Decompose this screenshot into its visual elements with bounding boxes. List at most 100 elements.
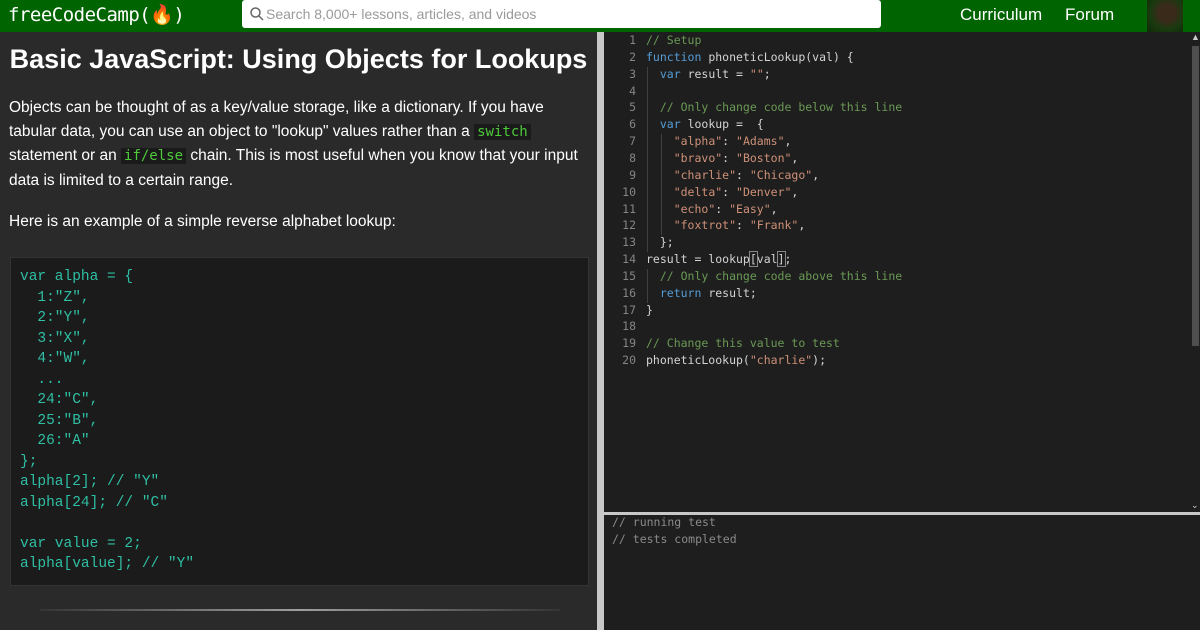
inline-code-switch: switch [474,123,531,140]
indent-guide [661,134,662,236]
code-token: lookup = { [680,117,764,132]
search-bar[interactable] [242,0,881,28]
line-number: 2 [629,49,636,64]
code-token: "echo" [673,201,716,216]
code-token: "foxtrot" [673,218,737,233]
example-intro: Here is an example of a simple reverse a… [9,213,396,230]
pane-resizer[interactable] [597,32,604,630]
code-editor[interactable]: 1 2 3 4 5 6 7 8 9 10 11 12 13 14 15 16 17 18 19 20 // Setup… [604,32,1190,512]
line-number: 17 [622,302,636,317]
line-number: 9 [629,167,636,182]
code-token: , [791,150,799,165]
example-code-block: var alpha = { 1:"Z", 2:"Y", 3:"X", 4:"W"… [10,257,589,586]
code-token: "" [749,66,764,81]
code-line[interactable]: // Only change code above this line [646,269,902,283]
code-line[interactable]: // Setup [646,33,701,47]
freecodecamp-logo[interactable]: freeCodeCamp(🔥) [8,3,185,26]
code-line[interactable]: result = lookup[val]; [646,251,792,268]
line-number: 14 [622,252,636,267]
output-console: // running test // tests completed [604,515,1200,630]
code-token: "alpha" [673,134,723,149]
code-line[interactable]: return result; [646,286,757,300]
code-token: result = lookup [646,252,750,267]
line-number: 20 [622,353,636,368]
search-input[interactable] [266,4,866,24]
code-token: "Easy" [729,201,771,216]
example-code: var alpha = { 1:"Z", 2:"Y", 3:"X", 4:"W"… [20,269,195,572]
line-number: 1 [629,33,636,47]
indent-guide [647,66,648,253]
code-token: "Chicago" [749,167,813,182]
code-token: "charlie" [673,167,737,182]
code-line[interactable]: "charlie": "Chicago", [646,168,819,182]
code-token: ); [812,353,827,368]
code-line[interactable]: phoneticLookup("charlie"); [646,353,826,367]
nav-link-curriculum[interactable]: Curriculum [960,5,1042,25]
chevron-down-icon[interactable]: ⌄ [1191,500,1199,511]
code-line[interactable]: }; [646,235,674,249]
output-line: // running test [612,515,716,529]
line-number: 11 [622,201,636,216]
code-line[interactable]: "foxtrot": "Frank", [646,218,806,233]
code-line[interactable]: "bravo": "Boston", [646,150,799,165]
code-line[interactable]: var lookup = { [646,117,764,131]
code-token: : [736,167,750,182]
section-divider [40,609,560,611]
code-token: ; [784,252,792,267]
editor-scrollbar[interactable]: ▲ ⌄ [1190,32,1200,512]
code-token: }; [646,235,674,250]
code-token: val [756,252,778,267]
code-line[interactable]: "alpha": "Adams", [646,134,792,149]
code-line[interactable]: "delta": "Denver", [646,184,799,199]
code-token: , [791,184,799,199]
output-line: // tests completed [612,532,737,546]
page-title: Basic JavaScript: Using Objects for Look… [9,44,588,74]
code-token: ; [763,66,771,81]
code-token: : [715,201,730,216]
code-token: , [770,201,778,216]
line-number: 4 [629,83,636,98]
line-number: 10 [622,184,636,199]
nav-link-forum[interactable]: Forum [1065,5,1114,25]
code-line[interactable]: "echo": "Easy", [646,202,778,216]
code-token: "Denver" [736,184,792,199]
code-token: // Only change code below this line [646,100,903,115]
code-token: return [659,285,702,300]
code-token: "charlie" [749,353,813,368]
code-line[interactable]: } [646,303,653,317]
line-number: 6 [629,117,636,132]
line-number: 8 [629,150,636,165]
code-token: , [784,134,792,149]
indent-guide [647,268,648,303]
code-line[interactable]: var result = ""; [646,67,771,81]
code-token: , [798,218,806,233]
line-number: 19 [622,336,636,351]
chevron-up-icon[interactable]: ▲ [1191,32,1200,42]
code-token: phoneticLookup( [646,353,750,368]
code-token: result = [680,66,750,81]
code-token: : [736,218,750,233]
line-number: 15 [622,268,636,283]
code-token: "Frank" [749,218,799,233]
code-token: "delta" [673,184,723,199]
search-icon [250,7,264,21]
lesson-text: statement or an [9,147,122,164]
code-line[interactable]: // Change this value to test [646,336,840,350]
user-avatar[interactable] [1147,0,1183,32]
code-token: var [659,117,681,132]
code-token: // Only change code above this line [646,268,903,283]
scrollbar-thumb[interactable] [1192,46,1199,346]
code-line[interactable]: function phoneticLookup(val) { [646,50,854,64]
code-token: : [722,184,737,199]
code-line[interactable]: // Only change code below this line [646,100,902,114]
code-token: result; [701,285,757,300]
line-number: 3 [629,66,636,81]
